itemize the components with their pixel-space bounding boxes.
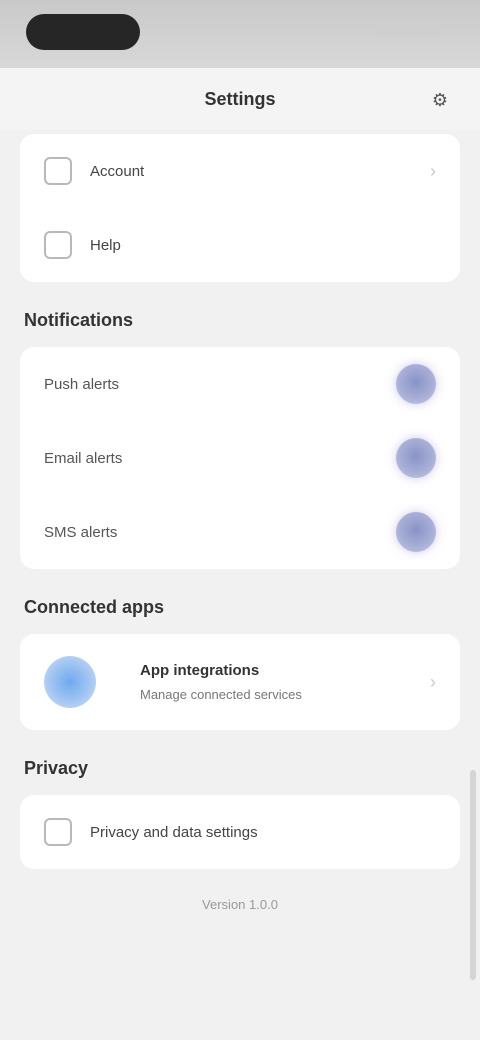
- push-alerts-toggle[interactable]: [396, 364, 436, 404]
- help-row[interactable]: Help: [20, 208, 460, 282]
- email-alerts-row: Email alerts: [20, 421, 460, 495]
- account-icon: [44, 157, 72, 185]
- privacy-section-title: Privacy: [24, 758, 89, 778]
- app-name: App integrations: [140, 662, 260, 679]
- scrollbar[interactable]: [470, 770, 476, 980]
- privacy-row[interactable]: Privacy and data settings: [20, 795, 460, 869]
- app-text: App integrations Manage connected servic…: [140, 662, 430, 702]
- sms-alerts-row: SMS alerts: [20, 495, 460, 569]
- page-title: Settings: [204, 88, 276, 109]
- help-icon: [44, 231, 72, 259]
- push-alerts-row: Push alerts: [20, 347, 460, 421]
- status-bar: [0, 0, 480, 68]
- email-alerts-label: Email alerts: [44, 449, 123, 467]
- apps-section-title: Connected apps: [24, 597, 165, 617]
- sms-alerts-label: SMS alerts: [44, 523, 118, 541]
- chevron-right-icon: ›: [430, 671, 436, 692]
- app-desc: Manage connected services: [140, 687, 302, 702]
- status-indicators: [374, 24, 444, 36]
- privacy-card: Privacy and data settings: [20, 795, 460, 869]
- footer-text: Version 1.0.0: [202, 897, 278, 912]
- notifications-card: Push alerts Email alerts SMS alerts: [20, 347, 460, 569]
- status-time-pill: [26, 14, 140, 50]
- push-alerts-label: Push alerts: [44, 375, 120, 393]
- settings-icon[interactable]: ⚙: [428, 88, 452, 112]
- account-card: Account › Help: [20, 134, 460, 282]
- account-row-label: Account: [90, 162, 145, 180]
- help-row-label: Help: [90, 236, 121, 254]
- lock-icon: [44, 818, 72, 846]
- apps-card: App integrations Manage connected servic…: [20, 634, 460, 730]
- app-logo-icon: [44, 656, 96, 708]
- email-alerts-toggle[interactable]: [396, 438, 436, 478]
- app-integration-row[interactable]: App integrations Manage connected servic…: [20, 634, 460, 730]
- page-header: Settings ⚙: [0, 68, 480, 130]
- account-row[interactable]: Account ›: [20, 134, 460, 208]
- privacy-row-label: Privacy and data settings: [90, 823, 258, 841]
- notifications-section-title: Notifications: [24, 310, 134, 330]
- chevron-right-icon: ›: [430, 160, 436, 181]
- sms-alerts-toggle[interactable]: [396, 512, 436, 552]
